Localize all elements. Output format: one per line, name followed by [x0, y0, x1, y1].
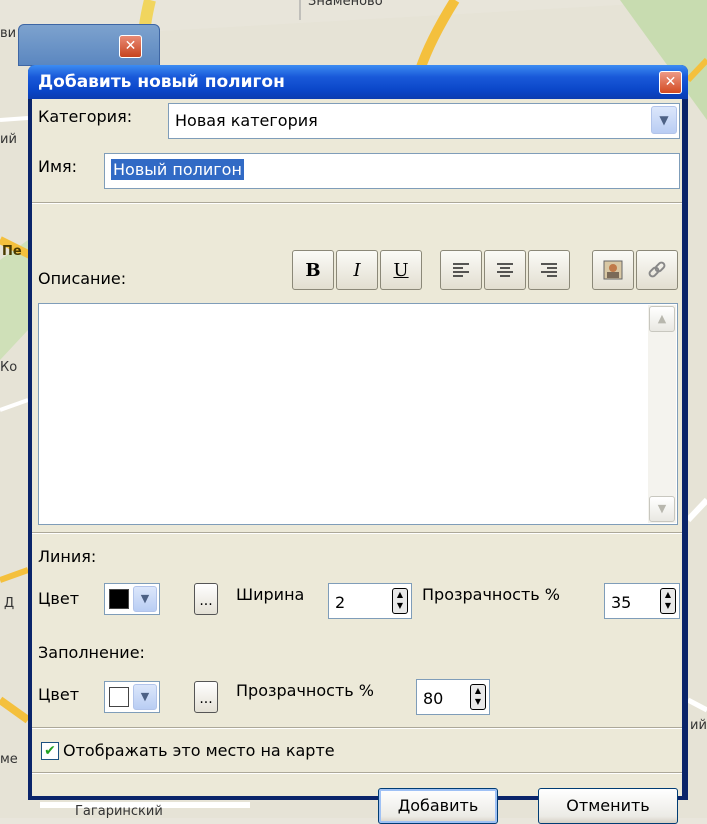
close-icon[interactable]: ✕	[119, 35, 142, 58]
align-right-button[interactable]	[528, 250, 570, 290]
vertical-scrollbar[interactable]: ▲ ▼	[648, 305, 676, 523]
divider	[32, 727, 682, 729]
name-input[interactable]: Новый полигон	[104, 153, 680, 189]
line-color-label: Цвет	[38, 589, 80, 608]
image-icon	[603, 260, 623, 280]
fill-color-picker[interactable]: ▼	[104, 681, 160, 713]
fill-section-label: Заполнение:	[38, 643, 145, 662]
line-width-stepper[interactable]: 2 ▲ ▼	[328, 583, 412, 619]
chevron-down-icon[interactable]: ▼	[133, 684, 157, 710]
divider	[32, 532, 682, 534]
show-on-map-label[interactable]: Отображать это место на карте	[63, 741, 335, 760]
align-center-icon	[497, 263, 513, 277]
spin-updown-icon[interactable]: ▲ ▼	[470, 684, 486, 710]
name-value: Новый полигон	[111, 159, 244, 180]
close-icon: ✕	[664, 74, 677, 90]
insert-link-button[interactable]	[636, 250, 678, 290]
checkmark-icon: ✔	[44, 743, 56, 759]
scroll-down-icon[interactable]: ▼	[649, 496, 675, 522]
fill-opacity-stepper[interactable]: 80 ▲ ▼	[416, 679, 490, 715]
align-left-button[interactable]	[440, 250, 482, 290]
chevron-down-icon[interactable]: ▼	[651, 106, 677, 134]
line-section-label: Линия:	[38, 547, 97, 566]
underline-button[interactable]: U	[380, 250, 422, 290]
line-color-swatch	[109, 589, 129, 609]
fill-more-button[interactable]: ...	[194, 681, 218, 713]
dialog-title: Добавить новый полигон	[38, 72, 285, 92]
insert-image-button[interactable]	[592, 250, 634, 290]
map-label: ий	[690, 718, 707, 733]
bold-button[interactable]: B	[292, 250, 334, 290]
cancel-button[interactable]: Отменить	[538, 788, 678, 824]
background-window-titlebar: ✕	[18, 24, 160, 66]
category-select[interactable]: Новая категория ▼	[168, 103, 680, 139]
line-opacity-stepper[interactable]: 35 ▲ ▼	[604, 583, 680, 619]
align-center-button[interactable]	[484, 250, 526, 290]
fill-opacity-value: 80	[423, 689, 444, 708]
spin-updown-icon[interactable]: ▲ ▼	[660, 588, 676, 614]
italic-icon: I	[353, 259, 361, 281]
line-more-button[interactable]: ...	[194, 583, 218, 615]
line-opacity-value: 35	[611, 593, 632, 612]
category-value: Новая категория	[175, 111, 318, 130]
map-label: Пе	[2, 244, 22, 259]
align-left-icon	[453, 263, 469, 277]
show-on-map-checkbox[interactable]: ✔	[41, 742, 59, 760]
chevron-down-icon[interactable]: ▼	[133, 586, 157, 612]
map-label: Ко	[0, 360, 18, 375]
map-label: ий	[0, 132, 17, 147]
line-opacity-label: Прозрачность %	[422, 585, 560, 604]
close-button[interactable]: ✕	[659, 71, 682, 94]
line-width-value: 2	[335, 593, 346, 612]
dialog-body: Категория: Новая категория ▼ Имя: Новый …	[32, 99, 682, 824]
description-textarea[interactable]: ▲ ▼	[38, 303, 678, 525]
map-label: ви	[0, 26, 17, 41]
fill-color-swatch	[109, 687, 129, 707]
add-polygon-dialog: Добавить новый полигон ✕ Категория: Нова…	[28, 65, 688, 824]
link-icon	[648, 261, 666, 278]
category-label: Категория:	[38, 107, 133, 126]
bold-icon: B	[305, 259, 321, 281]
fill-opacity-label: Прозрачность %	[236, 681, 374, 700]
description-label: Описание:	[38, 269, 127, 288]
map-label: Д	[4, 596, 15, 611]
dialog-titlebar[interactable]: Добавить новый полигон ✕	[28, 65, 688, 99]
spin-updown-icon[interactable]: ▲ ▼	[392, 588, 408, 614]
underline-icon: U	[393, 259, 409, 281]
fill-color-label: Цвет	[38, 685, 80, 704]
align-right-icon	[541, 263, 557, 277]
map-label: Знаменово	[308, 0, 383, 9]
divider	[32, 202, 682, 204]
name-label: Имя:	[38, 157, 78, 176]
map-label: ме	[0, 752, 18, 767]
scroll-up-icon[interactable]: ▲	[649, 306, 675, 332]
line-color-picker[interactable]: ▼	[104, 583, 160, 615]
line-width-label: Ширина	[236, 585, 305, 604]
add-button[interactable]: Добавить	[378, 788, 498, 824]
divider	[32, 772, 682, 774]
map-label: Гагаринский	[75, 804, 163, 818]
italic-button[interactable]: I	[336, 250, 378, 290]
